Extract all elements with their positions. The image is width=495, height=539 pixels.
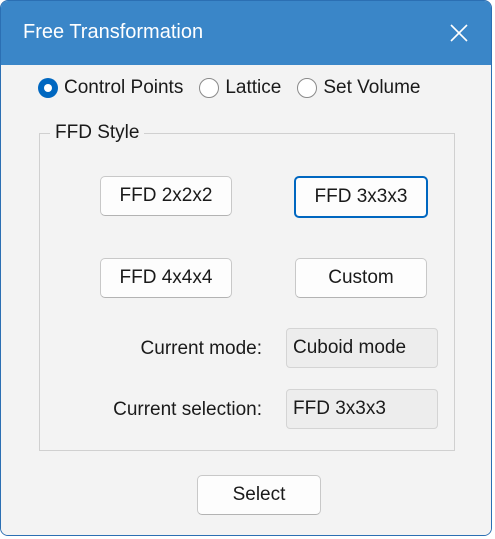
radio-label: Control Points — [64, 77, 184, 98]
current-mode-label: Current mode: — [140, 338, 262, 359]
radio-set-volume[interactable]: Set Volume — [297, 77, 421, 99]
radio-lattice[interactable]: Lattice — [199, 77, 281, 99]
title-bar: Free Transformation — [1, 1, 491, 65]
radio-unchecked-icon — [199, 78, 220, 98]
mode-radio-group: Control Points Lattice Set Volume — [38, 77, 437, 99]
ffd-3x3x3-button[interactable]: FFD 3x3x3 — [294, 176, 428, 218]
ffd-4x4x4-button[interactable]: FFD 4x4x4 — [100, 258, 232, 298]
radio-label: Set Volume — [323, 77, 421, 98]
ffd-2x2x2-button[interactable]: FFD 2x2x2 — [100, 176, 232, 216]
radio-label: Lattice — [225, 77, 282, 98]
ffd-style-group: FFD Style FFD 2x2x2 FFD 3x3x3 FFD 4x4x4 … — [39, 122, 455, 451]
current-selection-field: FFD 3x3x3 — [286, 389, 438, 429]
radio-checked-icon — [38, 78, 58, 98]
group-label: FFD Style — [50, 122, 145, 144]
radio-unchecked-icon — [297, 78, 318, 98]
custom-button[interactable]: Custom — [295, 258, 427, 298]
window-title: Free Transformation — [23, 21, 204, 43]
current-mode-field: Cuboid mode — [286, 328, 438, 368]
close-icon — [450, 24, 468, 42]
dialog-content: Control Points Lattice Set Volume FFD St… — [1, 65, 491, 535]
radio-control-points[interactable]: Control Points — [38, 77, 183, 99]
current-selection-label: Current selection: — [113, 399, 262, 420]
close-button[interactable] — [427, 1, 491, 65]
select-button[interactable]: Select — [197, 475, 321, 515]
free-transformation-dialog: Free Transformation Control Points Latti… — [0, 0, 492, 536]
